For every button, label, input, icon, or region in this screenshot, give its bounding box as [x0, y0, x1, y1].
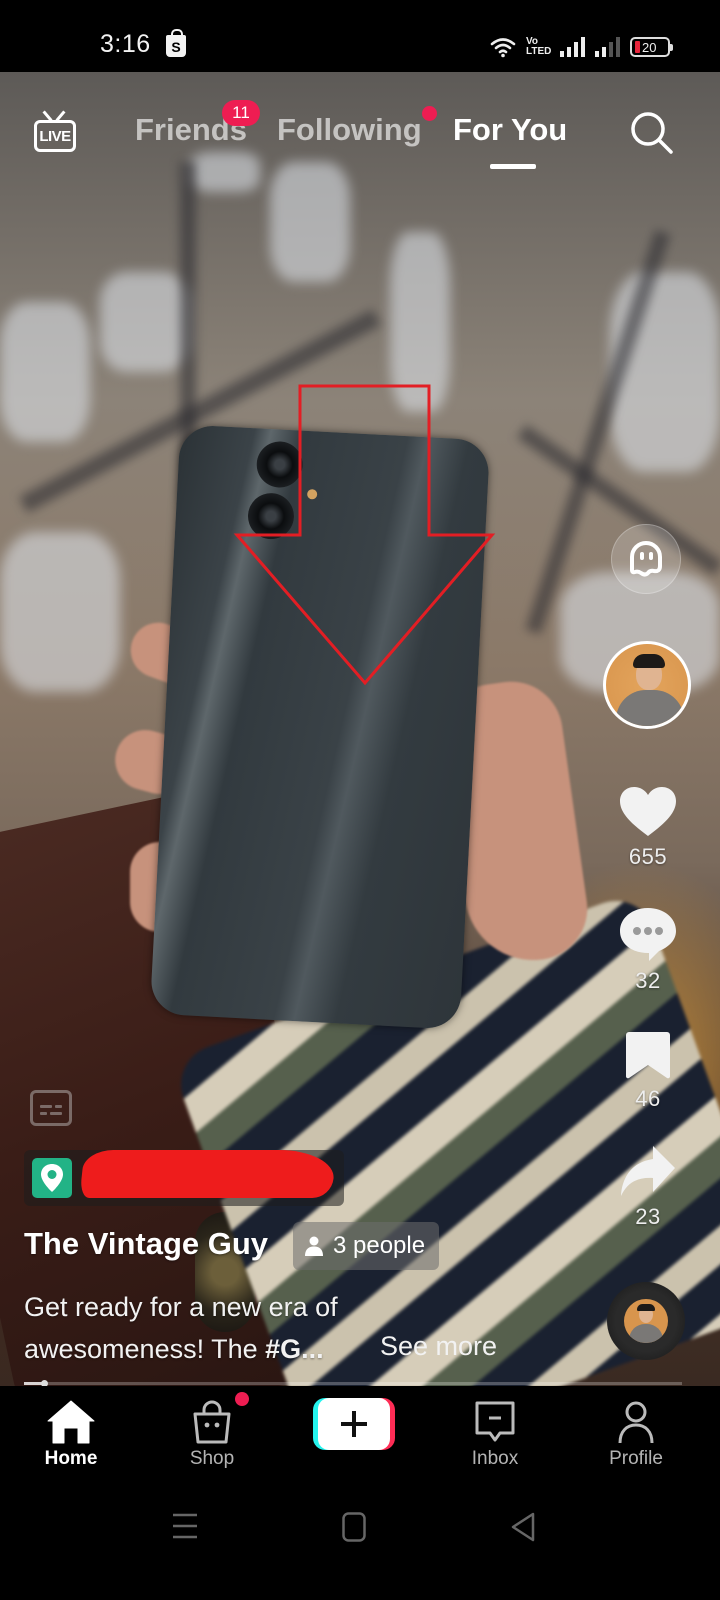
- description-line1: Get ready for a new era of: [24, 1292, 338, 1322]
- nav-inbox-label: Inbox: [471, 1448, 519, 1469]
- avatar-hair: [633, 654, 665, 668]
- location-redaction: [79, 1150, 337, 1198]
- captions-icon[interactable]: [30, 1090, 72, 1126]
- system-navigation-bar: [0, 1490, 720, 1600]
- effect-button[interactable]: [611, 524, 681, 594]
- save-button[interactable]: 46: [606, 1030, 690, 1112]
- plus-icon: [341, 1411, 367, 1437]
- video-bokeh: [390, 232, 450, 412]
- signal-strength-sim1-icon: [560, 37, 585, 57]
- music-disc[interactable]: [607, 1282, 685, 1360]
- following-notification-dot: [422, 106, 437, 121]
- friends-badge: 11: [222, 100, 260, 126]
- video-bokeh: [270, 162, 350, 282]
- shop-bag-icon: [193, 1400, 231, 1444]
- author-name[interactable]: The Vintage Guy: [24, 1226, 268, 1262]
- comment-button[interactable]: 32: [606, 906, 690, 994]
- inbox-icon: [475, 1401, 515, 1442]
- shopee-notification-icon: S: [166, 29, 186, 57]
- captions-line: [40, 1112, 47, 1115]
- nav-home[interactable]: Home: [16, 1400, 126, 1470]
- status-indicators: Vo LTED 20: [490, 34, 673, 60]
- live-label: LIVE: [39, 127, 71, 145]
- nav-profile[interactable]: Profile: [581, 1400, 691, 1470]
- avatar-body: [616, 690, 684, 726]
- tab-for-you[interactable]: For You: [453, 112, 567, 148]
- save-count: 46: [635, 1086, 661, 1111]
- live-button[interactable]: LIVE: [32, 110, 80, 156]
- volte-line2: LTED: [526, 46, 552, 57]
- signal-strength-sim2-icon: [595, 37, 620, 57]
- video-bokeh: [610, 272, 720, 472]
- back-button[interactable]: [510, 1512, 536, 1547]
- tagged-people-label: 3 people: [333, 1232, 426, 1259]
- bookmark-icon: [625, 1032, 671, 1079]
- person-icon: [305, 1236, 323, 1256]
- share-count: 23: [635, 1204, 661, 1229]
- like-count: 655: [628, 844, 668, 869]
- video-phone: [149, 424, 491, 1030]
- battery-icon: 20: [630, 37, 673, 57]
- shop-notification-dot: [235, 1392, 249, 1406]
- active-tab-indicator: [490, 164, 536, 169]
- nav-home-label: Home: [44, 1448, 98, 1469]
- recent-apps-button[interactable]: [172, 1512, 198, 1545]
- share-button[interactable]: 23: [606, 1144, 690, 1230]
- video-bokeh: [0, 302, 90, 442]
- tab-following[interactable]: Following: [277, 112, 422, 148]
- tagged-people-button[interactable]: 3 people: [293, 1222, 440, 1270]
- search-icon[interactable]: [627, 108, 675, 156]
- disc-avatar-hair: [637, 1304, 655, 1311]
- profile-icon: [618, 1401, 654, 1444]
- description-text: awesomeness! The: [24, 1334, 266, 1364]
- video-progress-bar[interactable]: [24, 1380, 682, 1387]
- home-system-button[interactable]: [342, 1512, 366, 1547]
- nav-profile-label: Profile: [609, 1448, 663, 1469]
- video-phone-flash: [306, 489, 318, 500]
- share-arrow-icon: [621, 1146, 675, 1196]
- nav-shop[interactable]: Shop: [157, 1392, 267, 1470]
- comment-icon: [620, 908, 676, 961]
- location-pin-icon: [32, 1158, 72, 1198]
- back-triangle-icon: [511, 1512, 535, 1542]
- create-button-face: [318, 1398, 390, 1450]
- captions-line: [40, 1105, 52, 1108]
- status-time: 3:16: [100, 30, 151, 58]
- status-bar: 3:16 S Vo LTED 20: [0, 0, 720, 72]
- home-icon: [47, 1400, 95, 1444]
- hashtag-link[interactable]: #G...: [265, 1334, 324, 1364]
- like-button[interactable]: 655: [606, 786, 690, 870]
- heart-icon: [620, 787, 676, 836]
- video-phone-camera: [255, 440, 304, 489]
- live-tv-icon: LIVE: [34, 120, 76, 152]
- create-button[interactable]: [313, 1398, 395, 1450]
- battery-fill: [635, 41, 640, 53]
- nav-inbox[interactable]: Inbox: [440, 1400, 550, 1470]
- wifi-icon: [490, 36, 516, 58]
- nav-shop-label: Shop: [189, 1448, 235, 1469]
- video-bokeh: [0, 532, 120, 692]
- comment-count: 32: [635, 968, 661, 993]
- video-phone-camera: [246, 491, 296, 541]
- volte-indicator: Vo LTED: [526, 37, 552, 57]
- menu-lines-icon: [173, 1513, 197, 1539]
- music-disc-cover: [624, 1299, 668, 1343]
- see-more-button[interactable]: See more: [380, 1331, 497, 1362]
- square-icon: [342, 1512, 366, 1542]
- captions-line: [55, 1105, 62, 1108]
- bottom-navigation: Home Shop Inbox Profile: [0, 1386, 720, 1490]
- captions-line: [50, 1112, 62, 1115]
- video-bokeh: [100, 272, 190, 372]
- battery-level: 20: [642, 39, 657, 55]
- ghost-effect-icon: [630, 541, 662, 577]
- disc-avatar-body: [629, 1324, 663, 1343]
- feed-tabs: LIVE Friends 11 Following For You: [0, 100, 720, 180]
- creator-avatar[interactable]: [603, 641, 691, 729]
